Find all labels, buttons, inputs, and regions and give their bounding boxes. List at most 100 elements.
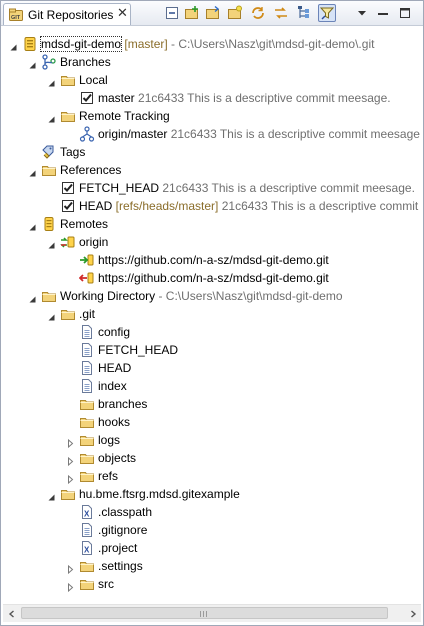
item-name: .project [98,541,138,555]
link-with-selection-button[interactable] [272,4,290,22]
tree-item[interactable]: FETCH_HEAD [1,341,423,359]
folder-icon [79,432,95,448]
folder-icon [60,486,76,502]
tree-item[interactable]: objects [1,449,423,467]
tree-item[interactable]: config [1,323,423,341]
tree-item[interactable]: .gitignore [1,521,423,539]
view-menu-triangle-icon [354,5,370,21]
fetch-url-icon [79,252,95,268]
svg-text:X: X [84,510,90,519]
repository-tree[interactable]: mdsd-git-demo [master] - C:\Users\Nasz\g… [1,27,423,601]
tree-item[interactable]: Branches [1,53,423,71]
clone-repository-button[interactable] [204,4,222,22]
file-icon [79,378,95,394]
expanded-twisty-icon[interactable] [47,309,56,321]
tree-item[interactable]: HEAD [1,359,423,377]
tree-item[interactable]: src [1,575,423,593]
tree-item-label: origin [79,233,108,251]
expanded-twisty-icon[interactable] [28,291,37,303]
expanded-twisty-icon[interactable] [47,111,56,123]
item-name: .classpath [98,505,153,519]
svg-text:GIT: GIT [11,15,21,21]
tree-item[interactable]: origin/master 21c6433 This is a descript… [1,125,423,143]
tree-item[interactable]: HEAD [refs/heads/master] 21c6433 This is… [1,197,423,215]
item-qualifier: - C:\Users\Nasz\git\mdsd-git-demo [155,289,343,303]
minimize-button[interactable] [374,4,392,22]
tree-item-label: master 21c6433 This is a descriptive com… [98,89,391,107]
tree-item[interactable]: Tags [1,143,423,161]
branch-decoration: [refs/heads/master] [112,199,219,213]
collapsed-twisty-icon[interactable] [66,579,75,593]
tree-item[interactable]: hu.bme.ftsrg.mdsd.gitexample [1,485,423,503]
xml-file-icon: X [79,540,95,556]
tree-item-label: HEAD [98,359,131,377]
item-name: refs [98,469,119,483]
expanded-twisty-icon[interactable] [9,39,18,51]
expanded-twisty-icon[interactable] [28,219,37,231]
expanded-twisty-icon[interactable] [47,75,56,87]
xml-file-icon: X [79,504,95,520]
tree-item[interactable]: Remotes [1,215,423,233]
tree-item-label: index [98,377,127,395]
tree-item[interactable]: Working Directory - C:\Users\Nasz\git\md… [1,287,423,305]
folder-icon [79,468,95,484]
item-name: FETCH_HEAD [98,343,179,357]
tree-item[interactable]: .settings [1,557,423,575]
expanded-twisty-icon[interactable] [28,165,37,177]
collapsed-twisty-icon[interactable] [66,471,75,485]
branches-icon [41,54,57,70]
close-icon[interactable]: ✕ [117,5,128,21]
git-repository-icon [22,36,38,52]
tree-item[interactable]: index [1,377,423,395]
tree-item-label: config [98,323,130,341]
tree-item[interactable]: https://github.com/n-a-sz/mdsd-git-demo.… [1,269,423,287]
tree-item[interactable]: refs [1,467,423,485]
item-name: Remotes [60,217,109,231]
tree-item-label: logs [98,431,120,449]
refresh-button[interactable] [249,4,267,22]
tree-item[interactable]: branches [1,395,423,413]
scroll-right-icon[interactable] [404,605,421,622]
item-name: hooks [98,415,131,429]
tree-item[interactable]: X .classpath [1,503,423,521]
add-existing-repository-button[interactable] [183,4,201,22]
tree-item-label: Remotes [60,215,108,233]
horizontal-scrollbar[interactable] [3,604,421,622]
tree-item[interactable]: .git [1,305,423,323]
tree-item[interactable]: Local [1,71,423,89]
maximize-button[interactable] [396,4,414,22]
view-menu-button[interactable] [353,4,371,22]
tree-item[interactable]: X .project [1,539,423,557]
hierarchical-branch-layout-button[interactable] [295,4,313,22]
tree-item[interactable]: Remote Tracking [1,107,423,125]
tree-item[interactable]: origin [1,233,423,251]
svg-text:X: X [84,546,90,555]
show-tags-button[interactable] [318,4,336,22]
collapse-all-button[interactable] [163,4,181,22]
tree-item[interactable]: mdsd-git-demo [master] - C:\Users\Nasz\g… [1,35,423,53]
tree-item[interactable]: References [1,161,423,179]
scrollbar-thumb[interactable] [21,607,388,619]
tree-item[interactable]: hooks [1,413,423,431]
expanded-twisty-icon[interactable] [47,489,56,501]
folder-icon [41,162,57,178]
item-name: branches [98,397,148,411]
collapsed-twisty-icon[interactable] [66,453,75,467]
expanded-twisty-icon[interactable] [47,237,56,249]
scroll-left-icon[interactable] [3,605,20,622]
tree-item[interactable]: FETCH_HEAD 21c6433 This is a descriptive… [1,179,423,197]
tree-item-label: Working Directory - C:\Users\Nasz\git\md… [60,287,343,305]
file-icon [79,522,95,538]
tree-item[interactable]: master 21c6433 This is a descriptive com… [1,89,423,107]
folder-icon [79,450,95,466]
collapsed-twisty-icon[interactable] [66,435,75,449]
create-repository-button[interactable] [226,4,244,22]
tree-item[interactable]: https://github.com/n-a-sz/mdsd-git-demo.… [1,251,423,269]
item-qualifier: 21c6433 This is a descriptive commit mee… [159,181,415,195]
tab-git-repositories[interactable]: GIT Git Repositories ✕ [3,3,131,25]
item-qualifier: 21c6433 This is a descriptive commit [218,199,419,213]
tree-item[interactable]: logs [1,431,423,449]
collapsed-twisty-icon[interactable] [66,561,75,575]
expanded-twisty-icon[interactable] [28,57,37,69]
tree-item-label: FETCH_HEAD 21c6433 This is a descriptive… [79,179,415,197]
